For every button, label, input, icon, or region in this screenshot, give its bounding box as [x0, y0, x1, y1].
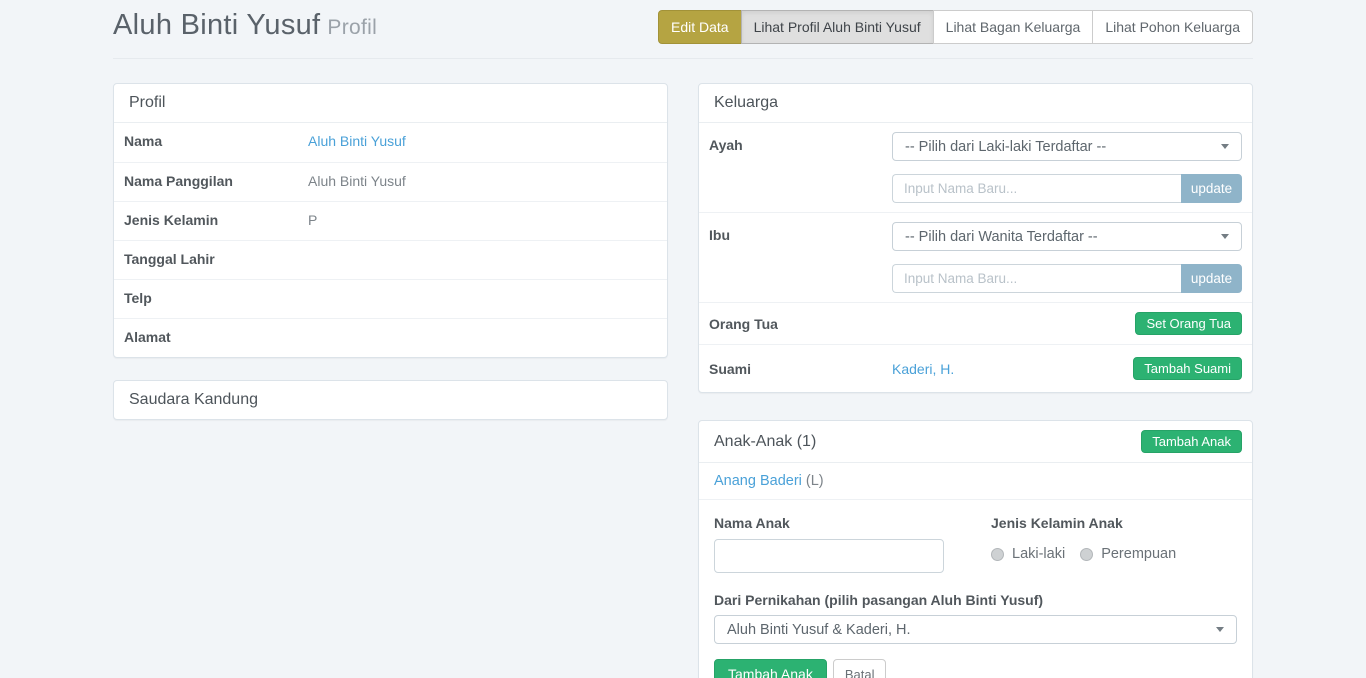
pernikahan-select[interactable]: Aluh Binti Yusuf & Kaderi, H.: [714, 615, 1237, 644]
nama-anak-input[interactable]: [714, 539, 944, 573]
left-column: Profil Nama Aluh Binti Yusuf Nama Panggi…: [113, 83, 668, 678]
ayah-row: Ayah -- Pilih dari Laki-laki Terdaftar -…: [699, 123, 1252, 212]
ayah-update-button[interactable]: update: [1181, 174, 1242, 203]
radio-perempuan-label: Perempuan: [1101, 546, 1176, 562]
row-label: Nama: [124, 133, 308, 152]
table-row: Tanggal Lahir: [114, 240, 667, 279]
suami-label: Suami: [709, 361, 892, 377]
saudara-kandung-panel: Saudara Kandung: [113, 380, 668, 420]
ayah-select-value: -- Pilih dari Laki-laki Terdaftar --: [905, 139, 1106, 155]
view-pohon-keluarga-button[interactable]: Lihat Pohon Keluarga: [1092, 10, 1253, 44]
orang-tua-row: Orang Tua Set Orang Tua: [699, 302, 1252, 344]
row-label: Telp: [124, 290, 308, 308]
ibu-label: Ibu: [709, 222, 892, 293]
ayah-input-group: update: [892, 174, 1242, 203]
row-label: Jenis Kelamin: [124, 212, 308, 230]
keluarga-panel: Keluarga Ayah -- Pilih dari Laki-laki Te…: [698, 83, 1253, 393]
form-actions: Tambah Anak Batal: [714, 659, 1237, 678]
child-gender: (L): [806, 473, 824, 489]
jenis-kelamin-anak-label: Jenis Kelamin Anak: [991, 515, 1176, 531]
batal-button[interactable]: Batal: [833, 659, 887, 678]
anak-anak-title: Anak-Anak (1): [714, 433, 816, 451]
keluarga-panel-title: Keluarga: [699, 84, 1252, 123]
gender-radio-group: Laki-laki Perempuan: [991, 546, 1176, 562]
table-row: Jenis Kelamin P: [114, 201, 667, 240]
edit-data-button[interactable]: Edit Data: [658, 10, 742, 44]
ibu-name-input[interactable]: [892, 264, 1181, 293]
ibu-input-group: update: [892, 264, 1242, 293]
view-bagan-keluarga-button[interactable]: Lihat Bagan Keluarga: [933, 10, 1094, 44]
row-label: Alamat: [124, 329, 308, 347]
row-label: Tanggal Lahir: [124, 251, 308, 269]
anak-anak-heading: Anak-Anak (1) Tambah Anak: [699, 421, 1252, 463]
row-label: Nama Panggilan: [124, 173, 308, 191]
child-link[interactable]: Anang Baderi: [714, 473, 802, 489]
main-container: Aluh Binti Yusuf Profil Edit Data Lihat P…: [113, 0, 1253, 678]
ibu-select-value: -- Pilih dari Wanita Terdaftar --: [905, 229, 1098, 245]
table-row: Nama Panggilan Aluh Binti Yusuf: [114, 162, 667, 201]
tambah-suami-button[interactable]: Tambah Suami: [1133, 357, 1242, 380]
page-title: Aluh Binti Yusuf Profil: [113, 5, 377, 48]
caret-down-icon: [1216, 627, 1224, 632]
set-orang-tua-button[interactable]: Set Orang Tua: [1135, 312, 1242, 335]
profil-panel-title: Profil: [114, 84, 667, 123]
row-value: P: [308, 212, 317, 230]
add-child-form: Nama Anak Jenis Kelamin Anak Laki-laki: [699, 500, 1252, 678]
table-row: Telp: [114, 279, 667, 318]
caret-down-icon: [1221, 144, 1229, 149]
pernikahan-select-value: Aluh Binti Yusuf & Kaderi, H.: [727, 622, 911, 638]
suami-row: Suami Kaderi, H. Tambah Suami: [699, 344, 1252, 392]
saudara-kandung-title: Saudara Kandung: [114, 381, 667, 419]
tambah-anak-submit-button[interactable]: Tambah Anak: [714, 659, 827, 678]
ayah-select[interactable]: -- Pilih dari Laki-laki Terdaftar --: [892, 132, 1242, 161]
radio-laki-laki-label: Laki-laki: [1012, 546, 1065, 562]
child-list-item: Anang Baderi(L): [699, 463, 1252, 500]
caret-down-icon: [1221, 234, 1229, 239]
nama-link[interactable]: Aluh Binti Yusuf: [308, 133, 406, 152]
nama-anak-label: Nama Anak: [714, 515, 991, 531]
orang-tua-label: Orang Tua: [709, 316, 892, 332]
row-value: Aluh Binti Yusuf: [308, 173, 406, 191]
suami-link[interactable]: Kaderi, H.: [892, 361, 954, 377]
profil-panel: Profil Nama Aluh Binti Yusuf Nama Panggi…: [113, 83, 668, 358]
ayah-name-input[interactable]: [892, 174, 1181, 203]
right-column: Keluarga Ayah -- Pilih dari Laki-laki Te…: [698, 83, 1253, 678]
page-subtitle: Profil: [327, 16, 377, 39]
view-toolbar: Edit Data Lihat Profil Aluh Binti Yusuf …: [658, 10, 1253, 44]
radio-perempuan[interactable]: [1080, 548, 1093, 561]
person-name: Aluh Binti Yusuf: [113, 9, 320, 41]
ayah-label: Ayah: [709, 132, 892, 203]
ibu-row: Ibu -- Pilih dari Wanita Terdaftar -- up…: [699, 212, 1252, 302]
ibu-select[interactable]: -- Pilih dari Wanita Terdaftar --: [892, 222, 1242, 251]
content: Profil Nama Aluh Binti Yusuf Nama Panggi…: [113, 83, 1253, 678]
radio-laki-laki[interactable]: [991, 548, 1004, 561]
anak-anak-panel: Anak-Anak (1) Tambah Anak Anang Baderi(L…: [698, 420, 1253, 678]
page-header: Aluh Binti Yusuf Profil Edit Data Lihat P…: [113, 0, 1253, 59]
ibu-update-button[interactable]: update: [1181, 264, 1242, 293]
table-row: Nama Aluh Binti Yusuf: [114, 123, 667, 162]
dari-pernikahan-label: Dari Pernikahan (pilih pasangan Aluh Bin…: [714, 592, 1237, 608]
tambah-anak-button[interactable]: Tambah Anak: [1141, 430, 1242, 453]
view-profile-button[interactable]: Lihat Profil Aluh Binti Yusuf: [741, 10, 934, 44]
table-row: Alamat: [114, 318, 667, 357]
